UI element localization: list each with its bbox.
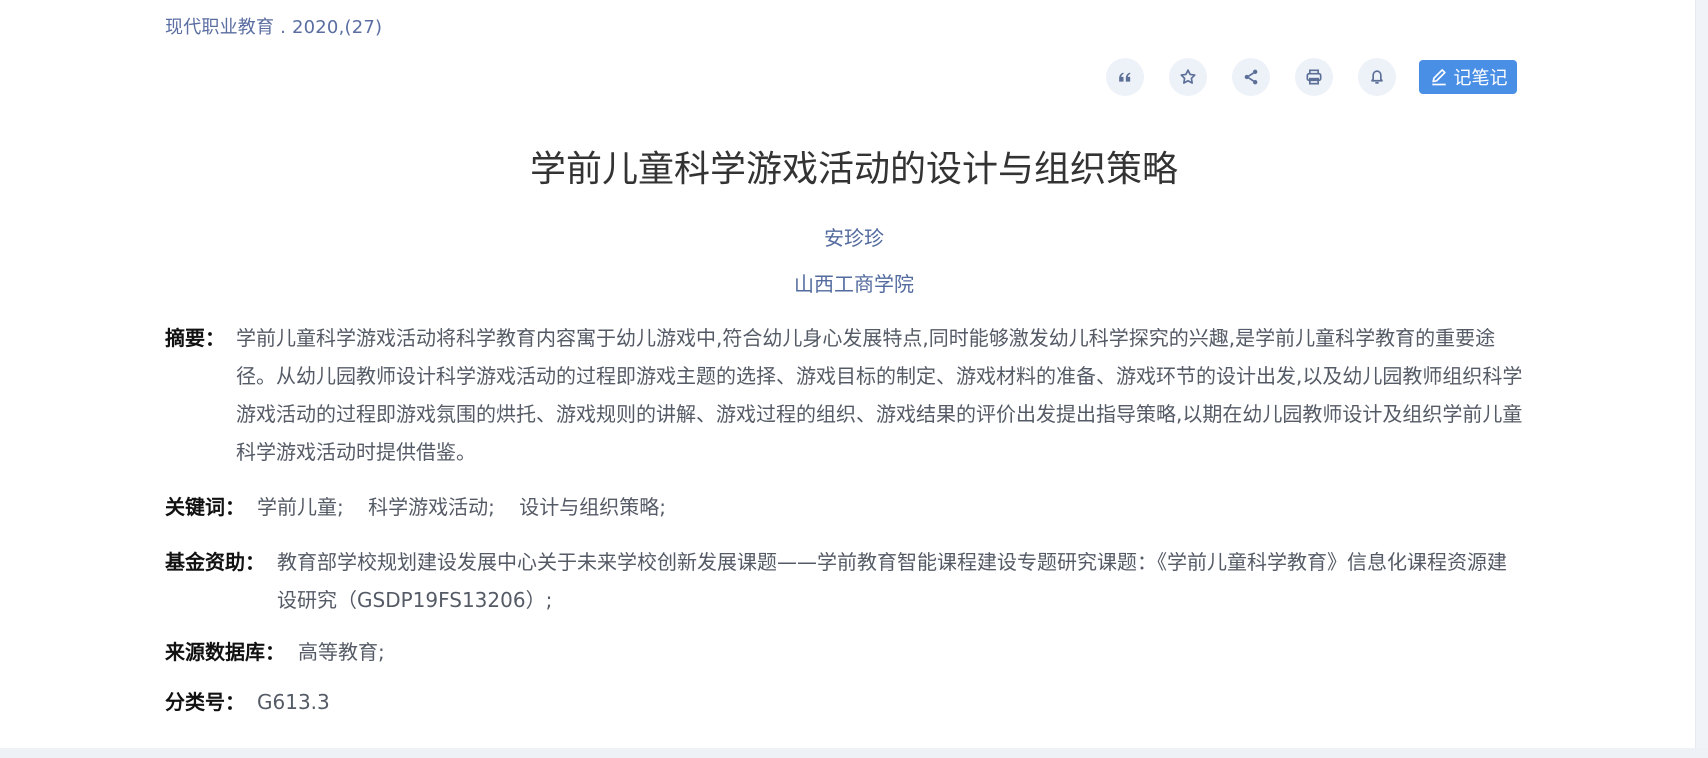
quote-icon — [1115, 67, 1135, 87]
journal-source-link[interactable]: 现代职业教育 . 2020,(27) — [165, 13, 382, 39]
notification-button[interactable] — [1358, 58, 1396, 96]
quote-button[interactable] — [1106, 58, 1144, 96]
article-page: 现代职业教育 . 2020,(27) 记笔记 学前儿童科学游戏活动的设计与组织策… — [0, 0, 1708, 758]
take-note-button[interactable]: 记笔记 — [1419, 60, 1517, 94]
abstract-text: 学前儿童科学游戏活动将科学教育内容寓于幼儿游戏中,符合幼儿身心发展特点,同时能够… — [236, 326, 1523, 464]
keyword-link[interactable]: 学前儿童; — [257, 495, 344, 519]
keyword-link[interactable]: 设计与组织策略; — [519, 495, 666, 519]
abstract-label: 摘要： — [165, 326, 225, 350]
author-link[interactable]: 安珍珍 — [0, 224, 1708, 252]
take-note-label: 记笔记 — [1453, 68, 1508, 89]
fund-label: 基金资助： — [165, 550, 265, 574]
favorite-button[interactable] — [1169, 58, 1207, 96]
print-icon — [1304, 67, 1324, 87]
share-button[interactable] — [1232, 58, 1270, 96]
star-icon — [1178, 67, 1198, 87]
fund-text: 教育部学校规划建设发展中心关于未来学校创新发展课题——学前教育智能课程建设专题研… — [277, 550, 1507, 612]
keywords-label: 关键词： — [165, 495, 245, 519]
classification-number: G613.3 — [257, 690, 330, 714]
database-label: 来源数据库： — [165, 640, 285, 664]
bottom-divider — [0, 748, 1708, 758]
page-scroll-area[interactable] — [1695, 0, 1708, 758]
institution-link[interactable]: 山西工商学院 — [0, 270, 1708, 298]
article-toolbar: 记笔记 — [1106, 57, 1517, 97]
edit-note-icon — [1429, 67, 1449, 87]
keywords-list: 学前儿童; 科学游戏活动; 设计与组织策略; — [257, 488, 1437, 526]
article-title: 学前儿童科学游戏活动的设计与组织策略 — [529, 149, 1178, 190]
source-database: 高等教育; — [298, 640, 385, 664]
print-button[interactable] — [1295, 58, 1333, 96]
keyword-link[interactable]: 科学游戏活动; — [368, 495, 495, 519]
share-icon — [1241, 67, 1261, 87]
classification-label: 分类号： — [165, 690, 245, 714]
bell-icon — [1367, 67, 1387, 87]
